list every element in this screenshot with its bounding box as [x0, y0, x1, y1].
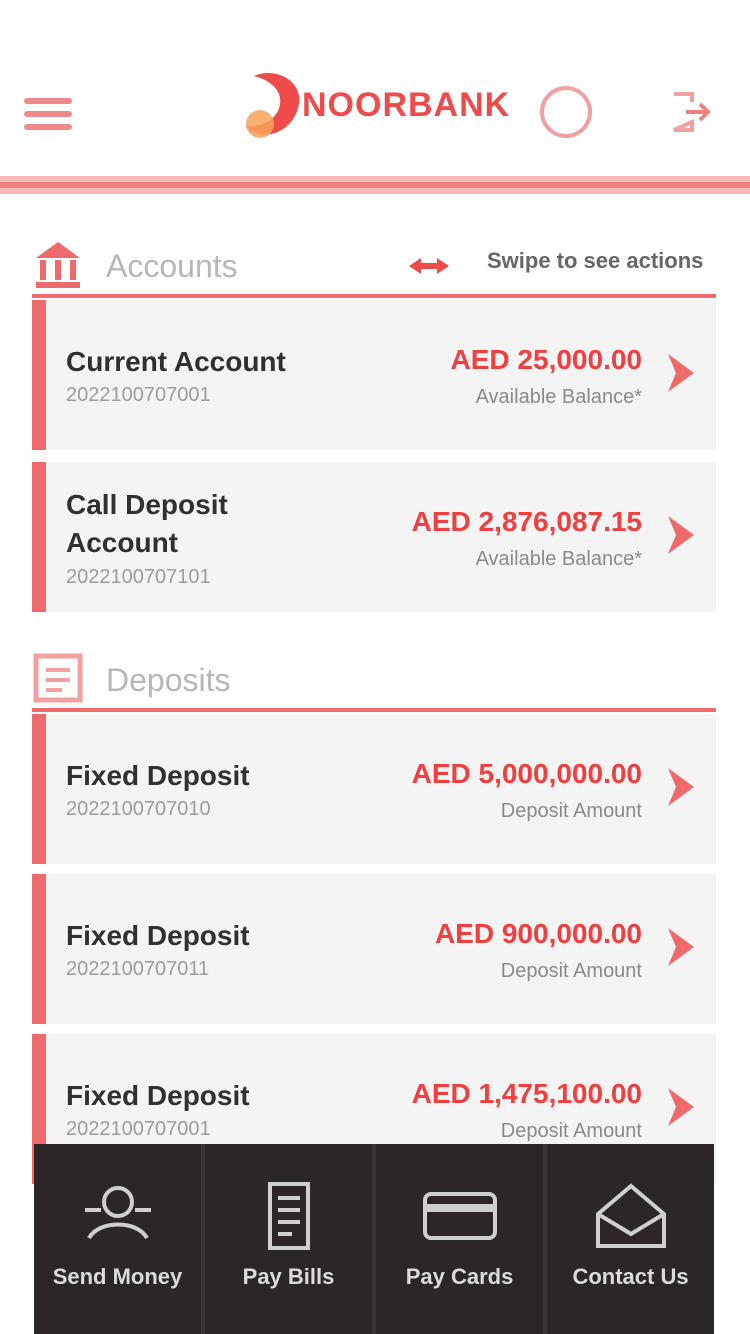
- deposit-number: 2022100707011: [66, 958, 210, 980]
- bank-icon: [36, 242, 80, 288]
- deposit-number: 2022100707001: [66, 1118, 211, 1140]
- swipe-hint: Swipe to see actions: [487, 248, 704, 273]
- chevron-right-icon[interactable]: [662, 1086, 698, 1128]
- deposit-title: Fixed Deposit: [66, 760, 250, 791]
- contact-us-label: Contact Us: [572, 1264, 689, 1289]
- deposit-amount: AED 5,000,000.00: [411, 758, 642, 789]
- account-number: 2022100707001: [66, 384, 211, 406]
- account-card[interactable]: Call Deposit Account 2022100707101 AED 2…: [32, 462, 716, 612]
- deposit-title: Fixed Deposit: [66, 1080, 250, 1111]
- pay-cards-button[interactable]: Pay Cards: [376, 1144, 547, 1334]
- account-card[interactable]: Current Account 2022100707001 AED 25,000…: [32, 300, 716, 450]
- profile-icon[interactable]: [540, 86, 592, 138]
- menu-icon[interactable]: [24, 98, 72, 134]
- contact-us-button[interactable]: Contact Us: [547, 1144, 714, 1334]
- balance-label: Available Balance*: [475, 386, 642, 408]
- account-balance: AED 2,876,087.15: [411, 506, 642, 537]
- deposit-number: 2022100707010: [66, 798, 211, 820]
- swipe-arrow-icon: [409, 258, 449, 274]
- chevron-right-icon[interactable]: [662, 352, 698, 394]
- brand-name: NOORBANK: [302, 86, 511, 124]
- bottom-action-bar: Send Money Pay Bills Pay Cards Contact U…: [34, 1144, 714, 1334]
- deposit-amount: AED 900,000.00: [434, 918, 642, 949]
- deposit-amount: AED 1,475,100.00: [411, 1078, 642, 1109]
- app-header: NOORBANK: [0, 0, 750, 180]
- accounts-section-header: Accounts Swipe to see actions: [32, 238, 716, 298]
- deposit-amount-label: Deposit Amount: [500, 800, 642, 822]
- account-balance: AED 25,000.00: [450, 344, 642, 375]
- send-money-label: Send Money: [52, 1264, 183, 1289]
- account-title: Current Account: [66, 346, 286, 377]
- deposits-section-header: Deposits: [32, 652, 716, 712]
- pay-cards-icon: [422, 1192, 497, 1240]
- account-title: Call Deposit Account: [66, 489, 228, 558]
- send-money-button[interactable]: Send Money: [34, 1144, 205, 1334]
- deposit-amount-label: Deposit Amount: [500, 1120, 642, 1142]
- pay-bills-button[interactable]: Pay Bills: [205, 1144, 376, 1334]
- deposit-card[interactable]: Fixed Deposit 2022100707010 AED 5,000,00…: [32, 714, 716, 864]
- deposit-amount-label: Deposit Amount: [500, 960, 642, 982]
- deposit-title: Fixed Deposit: [66, 920, 250, 951]
- deposit-card[interactable]: Fixed Deposit 2022100707011 AED 900,000.…: [32, 874, 716, 1024]
- chevron-right-icon[interactable]: [662, 514, 698, 556]
- logout-icon[interactable]: [668, 88, 716, 136]
- pay-bills-label: Pay Bills: [242, 1264, 335, 1289]
- account-number: 2022100707101: [66, 566, 211, 588]
- chevron-right-icon[interactable]: [662, 926, 698, 968]
- deposits-title: Deposits: [106, 662, 231, 698]
- pay-cards-label: Pay Cards: [405, 1264, 514, 1289]
- header-divider: [0, 176, 750, 194]
- chevron-right-icon[interactable]: [662, 766, 698, 808]
- pay-bills-icon: [267, 1182, 310, 1250]
- send-money-icon: [84, 1186, 151, 1240]
- brand-logo-icon: [246, 72, 300, 138]
- section-divider: [32, 294, 716, 298]
- balance-label: Available Balance*: [475, 548, 642, 570]
- accounts-title: Accounts: [106, 248, 238, 284]
- section-divider: [32, 708, 716, 712]
- brand-logo: NOORBANK: [232, 66, 522, 146]
- deposit-icon: [33, 653, 83, 703]
- contact-us-icon: [595, 1183, 666, 1248]
